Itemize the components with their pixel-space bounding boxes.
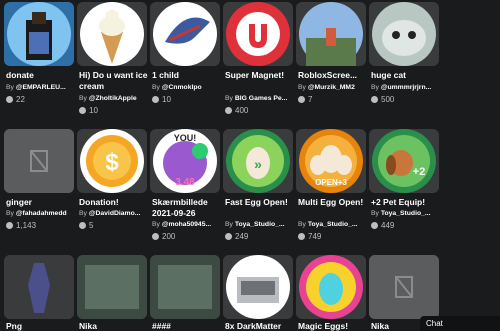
item-name[interactable]: Hi) Do u want ice cream bbox=[79, 70, 149, 92]
robux-icon bbox=[298, 96, 305, 103]
character-thumbnail-icon bbox=[4, 255, 74, 319]
magnet-thumbnail-icon bbox=[226, 2, 290, 66]
robux-icon bbox=[371, 96, 378, 103]
chat-label: Chat bbox=[426, 319, 443, 328]
item-thumbnail[interactable] bbox=[223, 2, 293, 66]
item-count: 22 bbox=[6, 95, 25, 104]
item-name[interactable]: Skærmbillede 2021-09-26 bbox=[152, 197, 222, 219]
item-count: 200 bbox=[152, 232, 175, 241]
robux-icon bbox=[152, 233, 159, 240]
screenshot-thumbnail-icon bbox=[150, 255, 220, 319]
item-count: 1,143 bbox=[6, 221, 36, 230]
item-creator[interactable]: By @Cnmoklpo bbox=[152, 84, 224, 91]
item-thumbnail[interactable] bbox=[369, 2, 439, 66]
item-count: 10 bbox=[152, 95, 171, 104]
item-name[interactable]: donate bbox=[6, 70, 76, 81]
robux-icon bbox=[371, 222, 378, 229]
item-thumbnail[interactable] bbox=[150, 255, 220, 319]
item-name[interactable]: huge cat bbox=[371, 70, 441, 81]
item-name[interactable]: Donation! bbox=[79, 197, 149, 208]
robux-icon bbox=[6, 96, 13, 103]
item-name[interactable]: 1 child bbox=[152, 70, 222, 81]
robux-icon bbox=[152, 96, 159, 103]
item-thumbnail[interactable]: OPEN+3 bbox=[296, 129, 366, 193]
item-count: 449 bbox=[371, 221, 394, 230]
item-thumbnail[interactable]: $ bbox=[77, 129, 147, 193]
thumbnail-overlay-text: YOU! bbox=[174, 133, 197, 143]
item-count: 5 bbox=[79, 221, 93, 230]
machine-thumbnail-icon bbox=[226, 255, 290, 319]
item-thumbnail[interactable] bbox=[223, 255, 293, 319]
item-creator[interactable]: By @Murzik_MM2 bbox=[298, 84, 370, 91]
gamepass-grid: donate By @EMPARLEU... 22 Hi) Do u want … bbox=[4, 0, 500, 331]
placeholder-thumbnail-icon bbox=[369, 255, 439, 319]
item-count: 249 bbox=[225, 232, 248, 241]
item-name[interactable]: RobloxScree... bbox=[298, 70, 368, 81]
robux-icon bbox=[79, 222, 86, 229]
item-name[interactable]: Magic Eggs! bbox=[298, 321, 368, 331]
item-thumbnail[interactable]: » bbox=[223, 129, 293, 193]
thumbnail-overlay-text: OPEN+3 bbox=[315, 178, 347, 187]
item-creator[interactable]: By BIG Games Pe... bbox=[225, 95, 297, 102]
item-thumbnail[interactable] bbox=[150, 2, 220, 66]
thumbnail-overlay-text: +2 bbox=[413, 166, 426, 178]
rainbow-egg-thumbnail-icon bbox=[299, 255, 363, 319]
item-creator[interactable]: By @EMPARLEU... bbox=[6, 84, 78, 91]
item-count: 749 bbox=[298, 232, 321, 241]
item-creator[interactable]: By Toya_Studio_... bbox=[225, 221, 297, 228]
item-thumbnail[interactable] bbox=[77, 255, 147, 319]
screenshot-thumbnail-icon bbox=[299, 2, 363, 66]
robux-icon bbox=[79, 107, 86, 114]
svg-text:»: » bbox=[254, 156, 262, 172]
item-creator[interactable]: By @ummmrjrjrn... bbox=[371, 84, 443, 91]
item-thumbnail[interactable]: YOU! 3.48 bbox=[150, 129, 220, 193]
item-creator[interactable]: By @ZholtikApple bbox=[79, 95, 151, 102]
item-name[interactable]: +2 Pet Equip! bbox=[371, 197, 441, 208]
item-name[interactable]: #### bbox=[152, 321, 222, 331]
thumbnail-overlay-text: 3.48 bbox=[175, 177, 195, 188]
egg-multi-thumbnail-icon: OPEN+3 bbox=[299, 129, 363, 193]
item-thumbnail[interactable]: +2 bbox=[369, 129, 439, 193]
robux-icon bbox=[6, 222, 13, 229]
egg-thumbnail-icon: » bbox=[226, 129, 290, 193]
item-creator[interactable]: By @DavidDiamo... bbox=[79, 210, 151, 217]
placeholder-thumbnail-icon bbox=[4, 129, 74, 193]
chat-button[interactable]: Chat bbox=[420, 316, 500, 331]
item-thumbnail[interactable] bbox=[4, 255, 74, 319]
robux-icon bbox=[225, 233, 232, 240]
item-name[interactable]: Png bbox=[6, 321, 76, 331]
avatar-thumbnail-icon bbox=[7, 2, 71, 66]
item-name[interactable]: Super Magnet! bbox=[225, 70, 295, 81]
item-name[interactable]: Fast Egg Open! bbox=[225, 197, 295, 208]
screenshot-thumbnail-icon bbox=[77, 255, 147, 319]
robux-icon bbox=[225, 107, 232, 114]
item-count: 500 bbox=[371, 95, 394, 104]
ice-cream-thumbnail-icon bbox=[80, 2, 144, 66]
item-thumbnail[interactable] bbox=[77, 2, 147, 66]
item-name[interactable]: ginger bbox=[6, 197, 76, 208]
cat-thumbnail-icon bbox=[372, 2, 436, 66]
wing-thumbnail-icon bbox=[153, 2, 217, 66]
dog-thumbnail-icon: +2 bbox=[372, 129, 436, 193]
item-thumbnail[interactable] bbox=[4, 129, 74, 193]
screenshot-thumbnail-icon: YOU! 3.48 bbox=[153, 129, 217, 193]
robux-icon bbox=[298, 233, 305, 240]
item-name[interactable]: 8x DarkMatter bbox=[225, 321, 295, 331]
item-count: 7 bbox=[298, 95, 312, 104]
item-creator[interactable]: By @fahadahmedd bbox=[6, 210, 78, 217]
item-thumbnail[interactable] bbox=[296, 2, 366, 66]
item-count: 400 bbox=[225, 106, 248, 115]
coin-thumbnail-icon: $ bbox=[80, 129, 144, 193]
item-name[interactable]: Nika bbox=[79, 321, 149, 331]
item-count: 10 bbox=[79, 106, 98, 115]
item-thumbnail[interactable] bbox=[4, 2, 74, 66]
svg-text:$: $ bbox=[105, 149, 119, 176]
item-thumbnail[interactable] bbox=[369, 255, 439, 319]
item-creator[interactable]: By Toya_Studio_... bbox=[371, 210, 443, 217]
item-creator[interactable]: By Toya_Studio_... bbox=[298, 221, 370, 228]
item-name[interactable]: Multi Egg Open! bbox=[298, 197, 368, 208]
item-creator[interactable]: By @moha50945... bbox=[152, 221, 224, 228]
item-thumbnail[interactable] bbox=[296, 255, 366, 319]
